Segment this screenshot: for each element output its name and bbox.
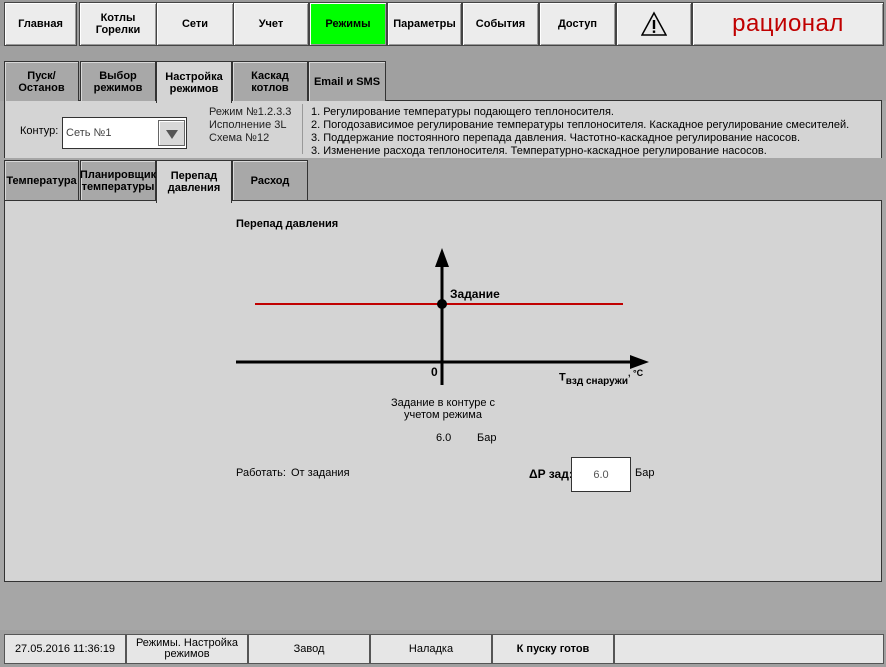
mode-number: Режим №1.2.3.3: [209, 106, 292, 118]
nav-accounting[interactable]: Учет: [233, 2, 309, 46]
contour-dropdown-button[interactable]: [158, 120, 185, 146]
nav-modes[interactable]: Режимы: [309, 2, 387, 46]
nav-main[interactable]: Главная: [4, 2, 77, 46]
nav-parameters[interactable]: Параметры: [387, 2, 462, 46]
status-ready: К пуску готов: [492, 634, 614, 664]
subtab-temperature-scheduler[interactable]: Планировщик температуры: [80, 160, 156, 202]
contour-select[interactable]: Сеть №1: [62, 117, 187, 149]
status-screen: Режимы. Настройка режимов: [126, 634, 248, 664]
status-mode: Наладка: [370, 634, 492, 664]
dp-label: ΔP зад:: [529, 467, 573, 481]
brand-logo: рационал: [692, 2, 884, 46]
x-axis-label-t: T: [559, 371, 566, 384]
contour-label: Контур:: [20, 125, 59, 137]
x-axis-arrow: [630, 355, 649, 369]
mode-description-3: 3. Поддержание постоянного перепада давл…: [311, 132, 801, 144]
work-value: От задания: [291, 467, 350, 479]
subtab-temperature[interactable]: Температура: [4, 160, 79, 202]
mode-description-4: 3. Изменение расхода теплоносителя. Темп…: [311, 145, 767, 157]
status-site: Завод: [248, 634, 370, 664]
subtab-flow[interactable]: Расход: [232, 160, 308, 202]
tab-email-sms[interactable]: Email и SMS: [308, 61, 386, 103]
tab-mode-settings[interactable]: Настройка режимов: [156, 61, 232, 103]
nav-boilers-burners[interactable]: Котлы Горелки: [79, 2, 157, 46]
tab-mode-select[interactable]: Выбор режимов: [80, 61, 156, 103]
mode-description-2: 2. Погодозависимое регулирование темпера…: [311, 119, 850, 131]
mode-scheme: Схема №12: [209, 132, 270, 144]
setpoint-label: Задание: [450, 287, 500, 301]
dp-unit: Бар: [635, 467, 655, 479]
contour-setpoint-unit: Бар: [477, 432, 497, 444]
nav-access[interactable]: Доступ: [539, 2, 616, 46]
tab-start-stop[interactable]: Пуск/Останов: [4, 61, 79, 103]
mode-description-1: 1. Регулирование температуры подающего т…: [311, 106, 614, 118]
work-label: Работать:: [236, 467, 286, 479]
alarm-button[interactable]: [616, 2, 692, 46]
chevron-down-icon: [166, 130, 178, 139]
setpoint-point: [437, 299, 447, 309]
x-axis-label-sub: взд снаружи: [565, 375, 629, 387]
status-datetime: 27.05.2016 11:36:19: [4, 634, 126, 664]
status-empty: [614, 634, 884, 664]
x-axis-label-unit: , °C: [628, 368, 644, 378]
mode-execution: Исполнение 3L: [209, 119, 287, 131]
x-axis-label: Tвзд снаружи, °C: [559, 368, 643, 387]
contour-setpoint-value: 6.0: [436, 432, 452, 444]
y-axis-arrow: [435, 248, 449, 267]
origin-label: 0: [431, 365, 438, 379]
tab-boiler-cascade[interactable]: Каскад котлов: [232, 61, 308, 103]
contour-setpoint-caption: Задание в контуре с учетом режима: [390, 397, 496, 421]
info-divider: [302, 104, 303, 154]
contour-select-value: Сеть №1: [66, 127, 112, 139]
dp-setpoint-input[interactable]: 6.0: [571, 457, 631, 492]
panel-title: Перепад давления: [236, 218, 339, 230]
subtab-pressure-diff[interactable]: Перепад давления: [156, 160, 232, 203]
warning-icon: [641, 11, 667, 36]
nav-events[interactable]: События: [462, 2, 539, 46]
nav-networks[interactable]: Сети: [156, 2, 234, 46]
